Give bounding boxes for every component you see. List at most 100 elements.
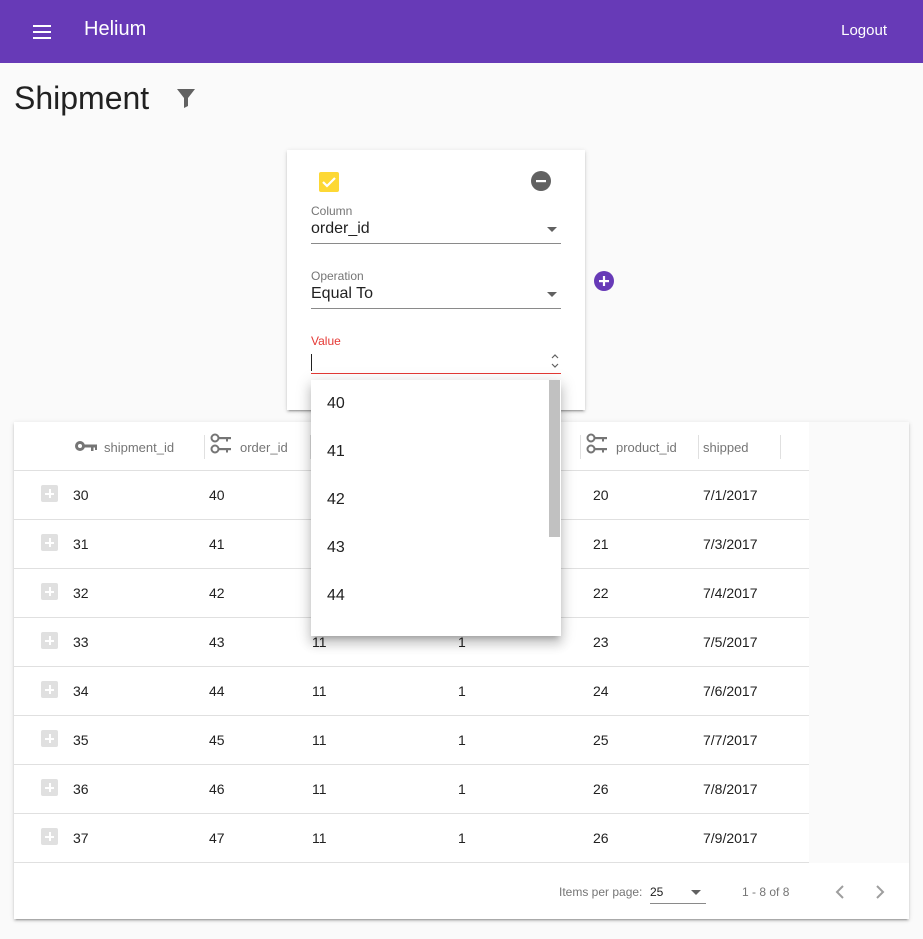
column-divider <box>780 435 781 459</box>
cell-product-id: 24 <box>593 683 609 699</box>
operation-field: Operation Equal To <box>311 269 561 309</box>
autocomplete-option[interactable]: 42 <box>311 476 548 524</box>
column-header-order-id[interactable]: order_id <box>210 422 311 471</box>
page-title: Shipment <box>14 80 150 116</box>
operation-label: Operation <box>311 269 364 283</box>
chevron-down-icon <box>691 890 701 895</box>
column-divider <box>698 435 699 459</box>
cell-shipment-id: 31 <box>73 536 89 552</box>
cell-order-id: 45 <box>209 732 225 748</box>
app-title: Helium <box>84 18 147 40</box>
option-label: 42 <box>327 491 345 508</box>
cell-shipped: 7/7/2017 <box>703 732 758 748</box>
cell-shipped: 7/9/2017 <box>703 830 758 846</box>
cell-shipment-id: 33 <box>73 634 89 650</box>
table-empty-area <box>809 422 909 863</box>
items-per-page-label: Items per page: <box>559 885 643 899</box>
autocomplete-option[interactable]: 43 <box>311 524 548 572</box>
expand-row-icon[interactable] <box>41 730 58 747</box>
cell-shipment-id: 34 <box>73 683 89 699</box>
column-divider <box>580 435 581 459</box>
expand-row-icon[interactable] <box>41 485 58 502</box>
column-header-shipped[interactable]: shipped <box>703 422 793 471</box>
foreign-key-icon <box>210 433 231 454</box>
cell-order-id: 41 <box>209 536 225 552</box>
cell-product-id: 23 <box>593 634 609 650</box>
option-label: 41 <box>327 443 345 460</box>
cell-order-id: 42 <box>209 585 225 601</box>
cell-product-id: 26 <box>593 830 609 846</box>
operation-select-value: Equal To <box>311 285 373 302</box>
expand-row-icon[interactable] <box>41 681 58 698</box>
cell-col-4: 1 <box>458 781 466 797</box>
cell-shipment-id: 32 <box>73 585 89 601</box>
column-header-label: shipment_id <box>104 440 175 455</box>
column-select[interactable]: order_id <box>311 220 561 244</box>
value-field: Value <box>311 334 561 374</box>
number-spinner-icon[interactable] <box>549 352 561 370</box>
expand-row-icon[interactable] <box>41 534 58 551</box>
cell-col-4: 1 <box>458 634 466 650</box>
cell-col-4: 1 <box>458 830 466 846</box>
cell-col-3: 11 <box>312 830 327 846</box>
cell-col-3: 11 <box>312 781 327 797</box>
cell-product-id: 20 <box>593 487 609 503</box>
table-row: 34 44 11 1 24 7/6/2017 <box>14 667 809 716</box>
cell-product-id: 25 <box>593 732 609 748</box>
column-header-product-id[interactable]: product_id <box>580 422 699 471</box>
table-row: 37 47 11 1 26 7/9/2017 <box>14 814 809 863</box>
column-field: Column order_id <box>311 204 561 244</box>
dropdown-scrollbar[interactable] <box>548 380 561 636</box>
autocomplete-option[interactable]: 41 <box>311 428 548 476</box>
column-select-value: order_id <box>311 220 370 237</box>
cell-shipped: 7/8/2017 <box>703 781 758 797</box>
cell-shipped: 7/4/2017 <box>703 585 758 601</box>
cell-col-3: 11 <box>312 732 327 748</box>
page-range-label: 1 - 8 of 8 <box>742 885 790 899</box>
cell-shipment-id: 30 <box>73 487 89 503</box>
expand-row-icon[interactable] <box>41 779 58 796</box>
cell-shipment-id: 37 <box>73 830 89 846</box>
cell-shipped: 7/3/2017 <box>703 536 758 552</box>
expand-row-icon[interactable] <box>41 828 58 845</box>
cell-col-3: 11 <box>312 634 327 650</box>
filter-enabled-checkbox[interactable] <box>319 172 339 192</box>
table-row: 36 46 11 1 26 7/8/2017 <box>14 765 809 814</box>
cell-product-id: 22 <box>593 585 609 601</box>
page-size-value: 25 <box>650 885 664 899</box>
column-header-label: order_id <box>240 440 288 455</box>
chevron-down-icon <box>547 227 557 232</box>
cell-col-4: 1 <box>458 732 466 748</box>
column-header-label: product_id <box>616 440 677 455</box>
value-autocomplete-panel: 40 41 42 43 44 <box>311 380 561 636</box>
expand-row-icon[interactable] <box>41 632 58 649</box>
chevron-right-icon[interactable] <box>870 880 890 904</box>
option-label: 43 <box>327 539 345 556</box>
cell-shipped: 7/1/2017 <box>703 487 758 503</box>
cell-order-id: 47 <box>209 830 225 846</box>
scrollbar-thumb[interactable] <box>549 380 560 537</box>
cell-order-id: 43 <box>209 634 225 650</box>
paginator: Items per page: 25 1 - 8 of 8 <box>14 863 909 919</box>
foreign-key-icon <box>586 433 607 454</box>
add-filter-icon[interactable] <box>594 271 614 291</box>
value-input[interactable] <box>311 350 561 374</box>
logout-button[interactable]: Logout <box>841 22 887 39</box>
operation-select[interactable]: Equal To <box>311 285 561 309</box>
menu-icon[interactable] <box>33 25 53 39</box>
column-header-shipment-id[interactable]: shipment_id <box>74 422 205 471</box>
autocomplete-option[interactable]: 44 <box>311 572 548 620</box>
filter-icon[interactable] <box>175 86 197 110</box>
cell-product-id: 21 <box>593 536 609 552</box>
chevron-left-icon[interactable] <box>830 880 850 904</box>
check-icon <box>322 177 336 188</box>
cell-order-id: 44 <box>209 683 225 699</box>
cell-shipment-id: 36 <box>73 781 89 797</box>
option-label: 40 <box>327 395 345 412</box>
remove-filter-icon[interactable] <box>531 171 551 191</box>
table-row: 35 45 11 1 25 7/7/2017 <box>14 716 809 765</box>
page-size-select[interactable]: 25 <box>650 882 706 904</box>
autocomplete-option[interactable]: 40 <box>311 380 548 428</box>
column-divider <box>204 435 205 459</box>
expand-row-icon[interactable] <box>41 583 58 600</box>
